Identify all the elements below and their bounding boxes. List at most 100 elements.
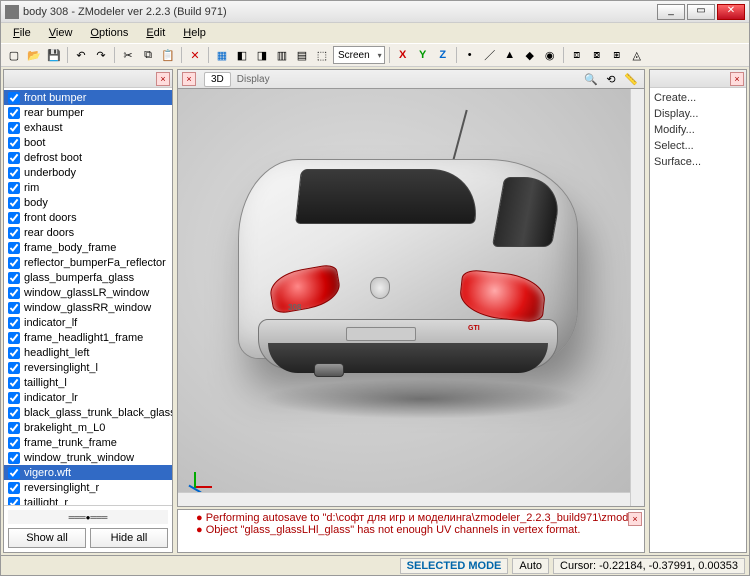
tree-item[interactable]: window_glassLR_window xyxy=(4,285,172,300)
tree-item[interactable]: taillight_r xyxy=(4,495,172,505)
maximize-button[interactable]: ▭ xyxy=(687,4,715,20)
command-item[interactable]: Display... xyxy=(652,106,744,122)
command-item[interactable]: Modify... xyxy=(652,122,744,138)
tree-item[interactable]: frame_headlight1_frame xyxy=(4,330,172,345)
misc-tool1-icon[interactable]: ⧈ xyxy=(568,46,586,64)
tree-item[interactable]: headlight_left xyxy=(4,345,172,360)
tree-item[interactable]: frame_body_frame xyxy=(4,240,172,255)
tree-item-checkbox[interactable] xyxy=(8,287,20,299)
tree-item[interactable]: brakelight_m_L0 xyxy=(4,420,172,435)
tree-item[interactable]: vigero.wft xyxy=(4,465,172,480)
tree-item[interactable]: frame_trunk_frame xyxy=(4,435,172,450)
tree-item[interactable]: reversinglight_l xyxy=(4,360,172,375)
tree-item[interactable]: reversinglight_r xyxy=(4,480,172,495)
command-item[interactable]: Create... xyxy=(652,90,744,106)
paste-icon[interactable]: 📋 xyxy=(159,46,177,64)
menu-help[interactable]: Help xyxy=(175,25,214,41)
tree-item[interactable]: boot xyxy=(4,135,172,150)
menu-edit[interactable]: Edit xyxy=(138,25,173,41)
tree-item[interactable]: underbody xyxy=(4,165,172,180)
viewport-scroll-h[interactable] xyxy=(178,492,630,506)
select-poly-icon[interactable]: ◆ xyxy=(521,46,539,64)
misc-tool4-icon[interactable]: ◬ xyxy=(628,46,646,64)
select-vertex-icon[interactable]: • xyxy=(461,46,479,64)
view-3d-icon[interactable]: ⬚ xyxy=(313,46,331,64)
tree-item[interactable]: glass_bumperfa_glass xyxy=(4,270,172,285)
command-close-icon[interactable]: × xyxy=(730,72,744,86)
tree-item-checkbox[interactable] xyxy=(8,407,20,419)
tree-item-checkbox[interactable] xyxy=(8,482,20,494)
view3-icon[interactable]: ▥ xyxy=(273,46,291,64)
tree-item-checkbox[interactable] xyxy=(8,152,20,164)
tree-item-checkbox[interactable] xyxy=(8,227,20,239)
menu-options[interactable]: Options xyxy=(82,25,136,41)
tree-item-checkbox[interactable] xyxy=(8,137,20,149)
titlebar[interactable]: body 308 - ZModeler ver 2.2.3 (Build 971… xyxy=(1,1,749,23)
select-object-icon[interactable]: ◉ xyxy=(541,46,559,64)
tree-item-checkbox[interactable] xyxy=(8,347,20,359)
axis-x-button[interactable]: X xyxy=(394,46,412,64)
tree-item-checkbox[interactable] xyxy=(8,272,20,284)
screen-dropdown[interactable]: Screen xyxy=(333,46,385,64)
tree-item-checkbox[interactable] xyxy=(8,497,20,506)
tree-item-checkbox[interactable] xyxy=(8,242,20,254)
tree-item-checkbox[interactable] xyxy=(8,302,20,314)
axis-y-button[interactable]: Y xyxy=(414,46,432,64)
command-item[interactable]: Select... xyxy=(652,138,744,154)
viewport-close-icon[interactable]: × xyxy=(182,72,196,86)
view1-icon[interactable]: ◧ xyxy=(233,46,251,64)
tree-item[interactable]: front doors xyxy=(4,210,172,225)
tool-clear-icon[interactable]: ✕ xyxy=(186,46,204,64)
minimize-button[interactable]: _ xyxy=(657,4,685,20)
viewport-tab-3d[interactable]: 3D xyxy=(204,72,231,87)
tree-item[interactable]: rear bumper xyxy=(4,105,172,120)
tree-slider[interactable]: ═══●═══ xyxy=(8,510,168,524)
tree-item-checkbox[interactable] xyxy=(8,452,20,464)
tree-close-icon[interactable]: × xyxy=(156,72,170,86)
menu-file[interactable]: File xyxy=(5,25,39,41)
tree-item[interactable]: front bumper xyxy=(4,90,172,105)
command-item[interactable]: Surface... xyxy=(652,154,744,170)
hide-all-button[interactable]: Hide all xyxy=(90,528,168,548)
tree-item-checkbox[interactable] xyxy=(8,167,20,179)
tree-item[interactable]: body xyxy=(4,195,172,210)
undo-icon[interactable]: ↶ xyxy=(72,46,90,64)
tree-item[interactable]: exhaust xyxy=(4,120,172,135)
viewport-scroll-v[interactable] xyxy=(630,89,644,506)
new-file-icon[interactable]: ▢ xyxy=(5,46,23,64)
tree-item-checkbox[interactable] xyxy=(8,332,20,344)
tree-item-checkbox[interactable] xyxy=(8,377,20,389)
tree-item[interactable]: window_trunk_window xyxy=(4,450,172,465)
redo-icon[interactable]: ↷ xyxy=(92,46,110,64)
object-tree[interactable]: front bumperrear bumperexhaustbootdefros… xyxy=(4,88,172,505)
viewport-ruler-icon[interactable]: 📏 xyxy=(622,70,640,88)
tree-item[interactable]: black_glass_trunk_black_glass xyxy=(4,405,172,420)
log-close-icon[interactable]: × xyxy=(628,512,642,526)
tree-item-checkbox[interactable] xyxy=(8,212,20,224)
tree-item-checkbox[interactable] xyxy=(8,122,20,134)
save-file-icon[interactable]: 💾 xyxy=(45,46,63,64)
grid-icon[interactable]: ▦ xyxy=(213,46,231,64)
tree-item[interactable]: taillight_l xyxy=(4,375,172,390)
viewport-3d[interactable]: 308 GTI xyxy=(177,89,645,507)
tree-item[interactable]: window_glassRR_window xyxy=(4,300,172,315)
tree-item[interactable]: indicator_lr xyxy=(4,390,172,405)
tree-item-checkbox[interactable] xyxy=(8,257,20,269)
axis-z-button[interactable]: Z xyxy=(434,46,452,64)
select-face-icon[interactable]: ▲ xyxy=(501,46,519,64)
view4-icon[interactable]: ▤ xyxy=(293,46,311,64)
misc-tool2-icon[interactable]: ⧇ xyxy=(588,46,606,64)
tree-item-checkbox[interactable] xyxy=(8,362,20,374)
view2-icon[interactable]: ◨ xyxy=(253,46,271,64)
show-all-button[interactable]: Show all xyxy=(8,528,86,548)
tree-item-checkbox[interactable] xyxy=(8,467,20,479)
close-button[interactable]: ✕ xyxy=(717,4,745,20)
menu-view[interactable]: View xyxy=(41,25,81,41)
cut-icon[interactable]: ✂ xyxy=(119,46,137,64)
tree-item-checkbox[interactable] xyxy=(8,422,20,434)
tree-item-checkbox[interactable] xyxy=(8,182,20,194)
select-edge-icon[interactable]: ／ xyxy=(481,46,499,64)
tree-item-checkbox[interactable] xyxy=(8,437,20,449)
tree-item-checkbox[interactable] xyxy=(8,392,20,404)
viewport-zoom-icon[interactable]: 🔍 xyxy=(582,70,600,88)
